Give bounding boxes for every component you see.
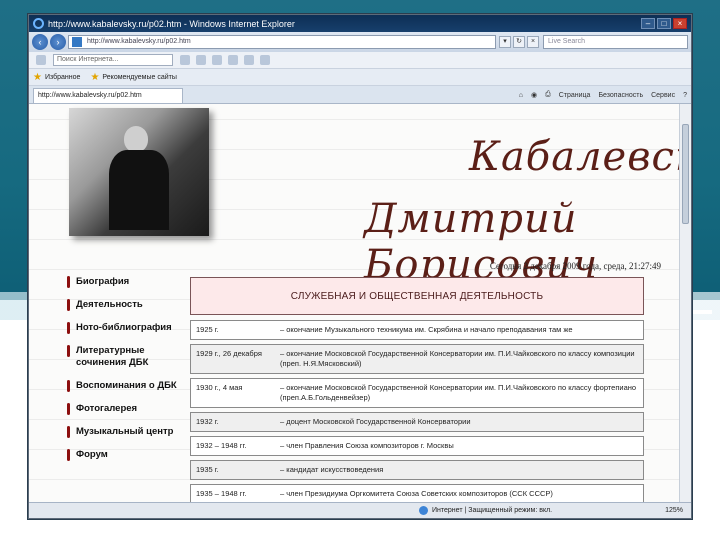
title-bar: http://www.kabalevsky.ru/p02.htm - Windo… bbox=[29, 15, 691, 32]
favorites-star-icon: ★ bbox=[33, 71, 42, 83]
command-page[interactable]: Страница bbox=[559, 92, 591, 99]
favorites-label[interactable]: Избранное bbox=[45, 74, 80, 81]
toolbar-icon[interactable] bbox=[228, 55, 238, 65]
current-date: Сегодня 2 декабря 2009 года, среда, 21:2… bbox=[489, 261, 661, 271]
command-tools[interactable]: Сервис bbox=[651, 92, 675, 99]
vertical-scrollbar[interactable] bbox=[679, 104, 691, 504]
activity-table: 1925 г. – окончание Музыкального техникум… bbox=[190, 320, 644, 504]
ie-icon bbox=[33, 18, 44, 29]
table-row: 1935 – 1948 гг. – член Президиума Оргкоми… bbox=[190, 484, 644, 504]
toolbar-icon[interactable] bbox=[260, 55, 270, 65]
toolbar-icon[interactable] bbox=[244, 55, 254, 65]
suggested-sites-icon: ★ bbox=[90, 71, 100, 83]
table-row: 1932 – 1948 гг. – член Правления Союза ко… bbox=[190, 436, 644, 456]
suggested-sites-label[interactable]: Рекомендуемые сайты bbox=[102, 74, 176, 81]
nav-biography[interactable]: Биография bbox=[67, 276, 192, 288]
address-text: http://www.kabalevsky.ru/p02.htm bbox=[87, 38, 191, 45]
back-button[interactable]: ‹ bbox=[32, 34, 48, 50]
zoom-level[interactable]: 125% bbox=[665, 507, 683, 514]
nav-bibliography[interactable]: Ното-библиография bbox=[67, 322, 192, 334]
stop-icon[interactable]: × bbox=[527, 36, 539, 48]
search-toolbar: Поиск Интернета... bbox=[29, 52, 691, 69]
composer-photo bbox=[69, 108, 209, 236]
nav-activity[interactable]: Деятельность bbox=[67, 299, 192, 311]
nav-forum[interactable]: Форум bbox=[67, 449, 192, 461]
nav-memoirs[interactable]: Воспоминания о ДБК bbox=[67, 380, 192, 392]
page-content: Кабалевский Дмитрий Борисович Сегодня 2 … bbox=[29, 104, 681, 504]
nav-music-center[interactable]: Музыкальный центр bbox=[67, 426, 192, 438]
browser-window: http://www.kabalevsky.ru/p02.htm - Windo… bbox=[28, 14, 692, 519]
table-row: 1930 г., 4 мая – окончание Московской Гос… bbox=[190, 378, 644, 408]
help-icon[interactable]: ? bbox=[683, 92, 687, 99]
command-bar: ⌂ ◉ ⎙ Страница Безопасность Сервис ? bbox=[519, 87, 687, 103]
page-favicon-icon bbox=[72, 37, 82, 47]
composer-surname: Кабалевский bbox=[469, 134, 681, 180]
composer-given-names: Дмитрий Борисович bbox=[364, 196, 599, 288]
site-navigation: Биография Деятельность Ното-библиография… bbox=[67, 276, 192, 472]
home-icon[interactable]: ⌂ bbox=[519, 92, 523, 99]
toolbar-icon bbox=[36, 55, 46, 65]
refresh-icon[interactable]: ↻ bbox=[513, 36, 525, 48]
active-tab[interactable]: http://www.kabalevsky.ru/p02.htm bbox=[33, 88, 183, 103]
address-toolbar: ‹ › http://www.kabalevsky.ru/p02.htm ▾ ↻… bbox=[29, 32, 691, 52]
status-bar: Интернет | Защищенный режим: вкл. 125% bbox=[29, 502, 691, 518]
scrollbar-thumb[interactable] bbox=[682, 124, 689, 224]
table-row: 1929 г., 26 декабря – окончание Московско… bbox=[190, 344, 644, 374]
rss-icon[interactable]: ◉ bbox=[531, 91, 537, 99]
toolbar-icon[interactable] bbox=[212, 55, 222, 65]
security-zone-label: Интернет | Защищенный режим: вкл. bbox=[432, 507, 553, 514]
table-row: 1925 г. – окончание Музыкального техникум… bbox=[190, 320, 644, 340]
forward-button[interactable]: › bbox=[50, 34, 66, 50]
address-tools: ▾ ↻ × bbox=[499, 36, 539, 48]
command-security[interactable]: Безопасность bbox=[598, 92, 643, 99]
minimize-button[interactable]: – bbox=[641, 18, 655, 29]
address-input[interactable]: http://www.kabalevsky.ru/p02.htm bbox=[68, 35, 496, 49]
nav-photo-gallery[interactable]: Фотогалерея bbox=[67, 403, 192, 415]
favorites-bar: ★ Избранное ★ Рекомендуемые сайты bbox=[29, 69, 691, 86]
tab-bar: http://www.kabalevsky.ru/p02.htm ⌂ ◉ ⎙ С… bbox=[29, 86, 691, 104]
toolbar-icon[interactable] bbox=[196, 55, 206, 65]
internet-search-input[interactable]: Поиск Интернета... bbox=[53, 54, 173, 66]
toolbar-icon[interactable] bbox=[180, 55, 190, 65]
section-heading: СЛУЖЕБНАЯ И ОБЩЕСТВЕННАЯ ДЕЯТЕЛЬНОСТЬ bbox=[190, 277, 644, 315]
close-button[interactable]: × bbox=[673, 18, 687, 29]
maximize-button[interactable]: □ bbox=[657, 18, 671, 29]
table-row: 1935 г. – кандидат искусствоведения bbox=[190, 460, 644, 480]
table-row: 1932 г. – доцент Московской Государственн… bbox=[190, 412, 644, 432]
dropdown-icon[interactable]: ▾ bbox=[499, 36, 511, 48]
nav-literary-works[interactable]: Литературные сочинения ДБК bbox=[67, 345, 192, 369]
internet-zone-icon bbox=[419, 506, 428, 515]
window-title: http://www.kabalevsky.ru/p02.htm - Windo… bbox=[48, 18, 295, 29]
live-search-input[interactable]: Live Search bbox=[543, 35, 688, 49]
print-icon[interactable]: ⎙ bbox=[545, 91, 551, 99]
